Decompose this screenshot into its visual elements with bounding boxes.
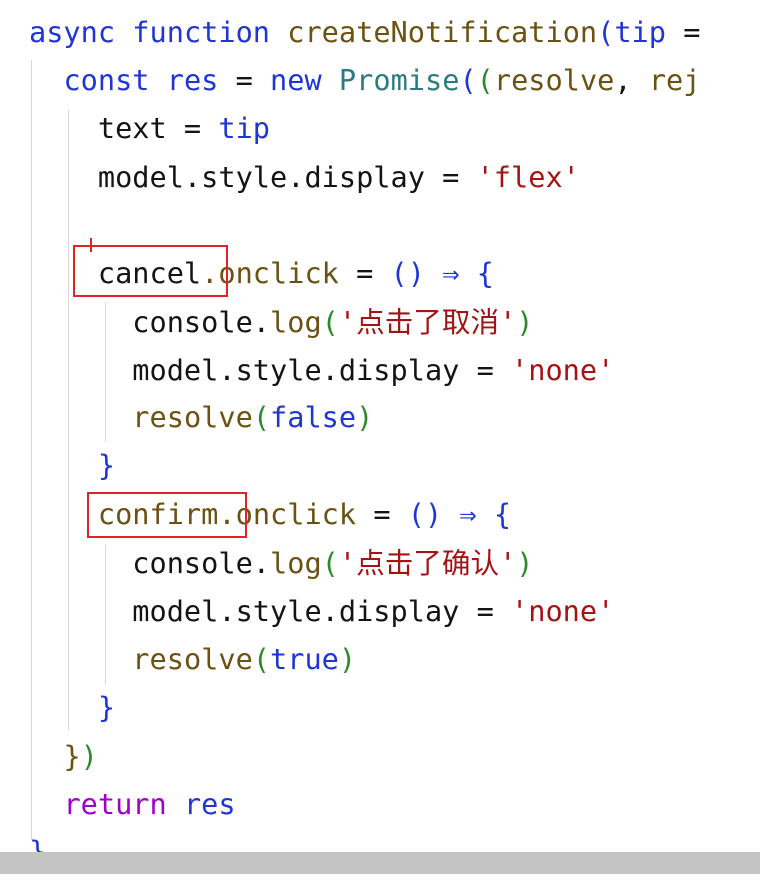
code-token: '点击了确认' [338, 546, 517, 580]
code-token: return [63, 787, 167, 821]
code-token: '点击了取消' [338, 305, 517, 339]
code-token: true [270, 642, 339, 676]
editor-bottom-edge [0, 874, 760, 890]
code-token: tip [614, 15, 666, 49]
code-line-2[interactable]: const res = new Promise((resolve, rej [29, 60, 700, 100]
code-line-17[interactable]: return res [29, 784, 236, 824]
code-line-12[interactable]: console.log('点击了确认') [29, 543, 534, 583]
code-token: = [356, 497, 408, 531]
code-token: ) [516, 546, 534, 580]
scrollbar-thumb[interactable] [0, 852, 760, 874]
code-token: ) [356, 400, 374, 434]
code-token: 'none' [511, 353, 615, 387]
code-token: ) [80, 739, 98, 773]
code-token: createNotification [287, 15, 598, 49]
code-token: console. [29, 305, 271, 339]
code-line-1[interactable]: async function createNotification(tip = [29, 12, 700, 52]
code-token: 'flex' [476, 160, 580, 194]
code-token: tip [218, 111, 271, 145]
code-token: = [218, 63, 271, 97]
code-token: model.style.display = [29, 594, 512, 628]
highlight-box-cancel [73, 245, 228, 297]
code-token: () [390, 256, 425, 290]
code-token: ) [516, 305, 534, 339]
code-token: resolve [493, 63, 615, 97]
code-token: ( [459, 63, 477, 97]
code-token: function [132, 15, 271, 49]
code-line-10[interactable]: } [29, 445, 115, 485]
code-token: } [97, 690, 116, 724]
code-token: = [338, 256, 391, 290]
code-token: console. [29, 546, 271, 580]
code-editor[interactable]: async function createNotification(tip = … [0, 0, 760, 852]
code-token: res [166, 63, 219, 97]
code-token: ( [252, 642, 271, 676]
code-token: = [666, 15, 701, 49]
code-token: res [183, 787, 236, 821]
code-token: log [270, 305, 322, 339]
code-token: ( [321, 546, 339, 580]
code-token: , [614, 63, 649, 97]
code-token: model.style.display = [29, 160, 477, 194]
code-token: } [63, 739, 81, 773]
code-token: rej [648, 63, 701, 97]
code-token: } [97, 448, 116, 482]
code-line-9[interactable]: resolve(false) [29, 397, 373, 437]
code-token: ⇒ [424, 256, 477, 290]
code-token: model.style.display = [29, 353, 512, 387]
code-token: async [29, 15, 116, 49]
code-token: { [476, 256, 494, 290]
code-line-14[interactable]: resolve(true) [29, 639, 356, 679]
code-line-4[interactable]: model.style.display = 'flex' [29, 157, 580, 197]
code-token: new [270, 63, 322, 97]
code-token: ) [338, 642, 357, 676]
code-token: log [270, 546, 322, 580]
code-token: () [407, 497, 443, 531]
code-token: false [270, 400, 357, 434]
code-token: ( [476, 63, 494, 97]
code-token: 'none' [511, 594, 615, 628]
code-token: ( [252, 400, 271, 434]
code-line-3[interactable]: text = tip [29, 108, 270, 148]
highlight-box-confirm [87, 492, 247, 538]
code-token: text = [29, 111, 219, 145]
code-line-16[interactable]: }) [29, 736, 98, 776]
code-token: ( [597, 15, 615, 49]
code-token: { [493, 497, 512, 531]
code-token: resolve [132, 400, 253, 434]
code-line-15[interactable]: } [29, 687, 115, 727]
code-token: ⇒ [442, 497, 494, 531]
code-token: resolve [132, 642, 253, 676]
horizontal-scrollbar[interactable] [0, 852, 760, 874]
code-line-7[interactable]: console.log('点击了取消') [29, 302, 534, 342]
code-token: ( [321, 305, 339, 339]
code-line-18[interactable]: } [29, 831, 46, 852]
code-token: Promise [338, 63, 460, 97]
code-line-13[interactable]: model.style.display = 'none' [29, 591, 614, 631]
code-token: } [29, 834, 47, 852]
code-line-8[interactable]: model.style.display = 'none' [29, 350, 614, 390]
code-token: const [63, 63, 150, 97]
